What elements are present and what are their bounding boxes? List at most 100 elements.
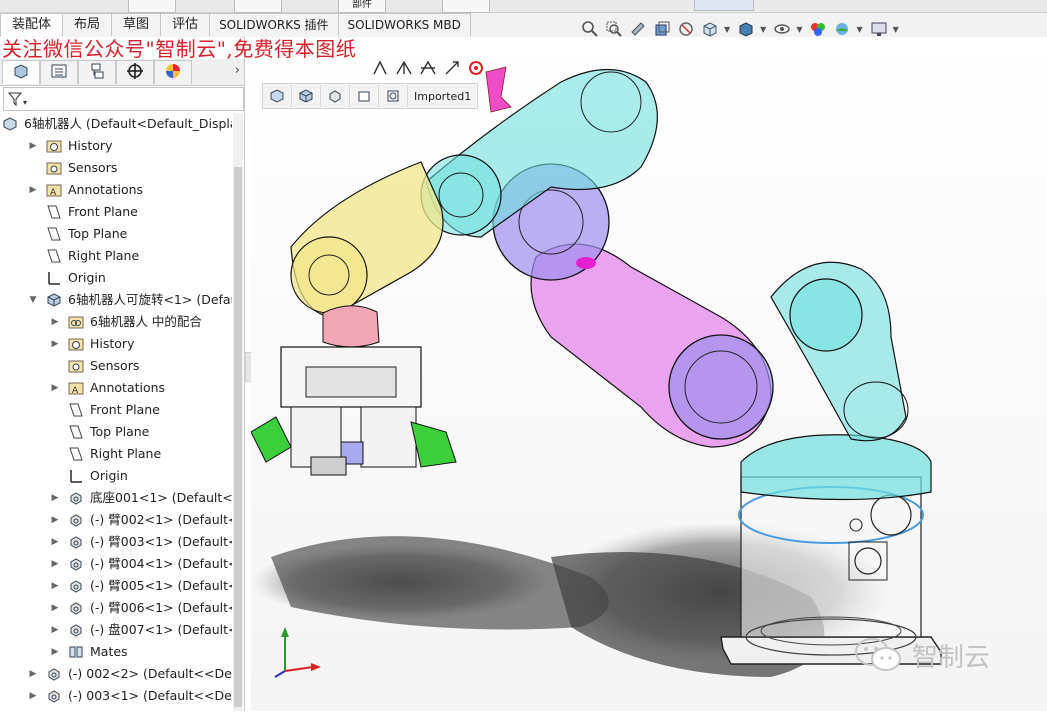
tree-item[interactable]: ▶ History (0, 333, 232, 355)
tree-item-label: 6轴机器人 中的配合 (90, 314, 202, 329)
subassembly-icon (46, 292, 62, 308)
previous-view-icon[interactable] (628, 19, 648, 39)
tree-item[interactable]: ▶ 底座001<1> (Default<<Defa (0, 487, 232, 509)
tree-item[interactable]: ▶ (-) 臂005<1> (Default<<De (0, 575, 232, 597)
tab-solidworks-mbd[interactable]: SOLIDWORKS MBD (337, 13, 471, 36)
chevron-right-icon[interactable]: › (235, 63, 240, 78)
svg-text:▾: ▾ (23, 98, 27, 107)
section-view-icon[interactable] (652, 19, 672, 39)
plane-icon (68, 424, 84, 440)
tree-item[interactable]: ▶ A Annotations (0, 179, 232, 201)
tree-item-label: Right Plane (90, 446, 162, 461)
tree-item-label: 底座001<1> (Default<<Defa (90, 490, 232, 505)
chevron-right-icon[interactable]: ▶ (50, 597, 60, 619)
tree-item[interactable]: Origin (0, 267, 232, 289)
tree-item[interactable]: ▶ (-) 臂003<1> (Default<<De (0, 531, 232, 553)
tree-item[interactable]: ▶ A Annotations (0, 377, 232, 399)
display-style-icon[interactable] (736, 19, 756, 39)
dynamic-annotation-icon[interactable] (676, 19, 696, 39)
feature-manager-tab[interactable] (2, 60, 40, 84)
configuration-manager-tab[interactable] (78, 60, 116, 84)
tree-item[interactable]: ▶ (-) 臂004<1> (Default<<De (0, 553, 232, 575)
dimxpert-tab[interactable] (116, 60, 154, 84)
tree-item[interactable]: ▶ (-) 盘007<1> (Default<<De (0, 619, 232, 641)
assembly-icon[interactable] (263, 85, 292, 107)
view-orientation-icon[interactable] (700, 19, 720, 39)
chevron-right-icon[interactable]: ▶ (50, 311, 60, 333)
chevron-right-icon[interactable]: ▶ (50, 619, 60, 641)
rotate-component-icon[interactable] (416, 56, 440, 80)
tree-item[interactable]: ▶ (-) 003<1> (Default<<Default>_ (0, 685, 232, 707)
tree-item-label: 6轴机器人可旋转<1> (Default<D (68, 292, 232, 307)
view-settings-dropdown-icon[interactable]: ▼ (893, 25, 899, 34)
display-style-dropdown-icon[interactable]: ▼ (760, 25, 766, 34)
tree-item[interactable]: ▶ (-) 002<2> (Default<<Default>_ (0, 663, 232, 685)
hide-show-dropdown-icon[interactable]: ▼ (796, 25, 802, 34)
tree-item[interactable]: ▶ Mates (0, 641, 232, 663)
tree-item[interactable]: Right Plane (0, 245, 232, 267)
tree-item[interactable]: 6轴机器人 (Default<Default_Display (0, 113, 232, 135)
breadcrumb-label[interactable]: Imported1 (408, 90, 477, 103)
tree-scrollbar[interactable] (233, 113, 243, 711)
chevron-right-icon[interactable]: ▶ (28, 135, 38, 157)
explode-icon[interactable] (440, 56, 464, 80)
chevron-right-icon[interactable]: ▶ (50, 377, 60, 399)
property-manager-tab[interactable] (40, 60, 78, 84)
strip-tab[interactable] (442, 0, 490, 13)
strip-tab[interactable] (128, 0, 176, 13)
scene-icon[interactable] (832, 19, 852, 39)
chevron-right-icon[interactable]: ▶ (50, 641, 60, 663)
tree-item[interactable]: ▶ 6轴机器人 中的配合 (0, 311, 232, 333)
zoom-area-icon[interactable] (604, 19, 624, 39)
tree-item[interactable]: Top Plane (0, 223, 232, 245)
panel-tabs: › (0, 59, 244, 86)
move-component-icon[interactable] (392, 56, 416, 80)
scene-dropdown-icon[interactable]: ▼ (856, 25, 862, 34)
chevron-right-icon[interactable]: ▶ (50, 509, 60, 531)
tree-item[interactable]: ▼ 6轴机器人可旋转<1> (Default<D (0, 289, 232, 311)
chevron-down-icon[interactable]: ▼ (28, 289, 38, 311)
zoom-to-fit-icon[interactable] (580, 19, 600, 39)
tree-filter[interactable]: ▾ (3, 87, 244, 111)
chevron-right-icon[interactable]: ▶ (28, 663, 38, 685)
mate-icon[interactable] (464, 56, 488, 80)
strip-tab-selected[interactable] (694, 0, 754, 11)
tree-item[interactable]: Front Plane (0, 201, 232, 223)
brand-watermark: 智制云 (852, 634, 990, 677)
tree-item[interactable]: ▶ History (0, 135, 232, 157)
tree-item[interactable]: ▶ (-) 臂006<1> (Default<<De (0, 597, 232, 619)
tree-item[interactable]: Sensors (0, 355, 232, 377)
chevron-right-icon[interactable]: ▶ (50, 531, 60, 553)
edit-appearance-icon[interactable] (808, 19, 828, 39)
subassembly-icon[interactable] (292, 85, 321, 107)
graphics-area[interactable] (250, 37, 1047, 711)
scrollbar-thumb[interactable] (234, 167, 242, 707)
feature-icon[interactable] (379, 85, 408, 107)
chevron-right-icon[interactable]: ▶ (50, 575, 60, 597)
chevron-right-icon[interactable]: ▶ (50, 553, 60, 575)
tree-item[interactable]: Origin (0, 465, 232, 487)
body-icon[interactable] (350, 85, 379, 107)
view-settings-icon[interactable] (869, 19, 889, 39)
display-manager-tab[interactable] (154, 60, 192, 84)
tree-item[interactable]: Sensors (0, 157, 232, 179)
strip-tab-parts[interactable]: 部件 (338, 0, 386, 13)
chevron-right-icon[interactable]: ▶ (50, 333, 60, 355)
tree-item-label: (-) 003<1> (Default<<Default>_ (68, 688, 232, 703)
tree-item[interactable]: Top Plane (0, 421, 232, 443)
tree-item[interactable]: Right Plane (0, 443, 232, 465)
chevron-right-icon[interactable]: ▶ (28, 685, 38, 707)
part-icon (68, 556, 84, 572)
part-icon[interactable] (321, 85, 350, 107)
tree-item[interactable]: Front Plane (0, 399, 232, 421)
view-orientation-dropdown-icon[interactable]: ▼ (724, 25, 730, 34)
tree-item[interactable]: ▶ (-) 臂002<1> (Default<<De (0, 509, 232, 531)
hide-show-icon[interactable] (772, 19, 792, 39)
origin-icon (68, 468, 84, 484)
breadcrumb: Imported1 (262, 83, 479, 109)
smart-mate-icon[interactable] (368, 56, 392, 80)
chevron-right-icon[interactable]: ▶ (50, 487, 60, 509)
strip-tab[interactable] (234, 0, 282, 13)
mates-icon (68, 644, 84, 660)
chevron-right-icon[interactable]: ▶ (28, 179, 38, 201)
